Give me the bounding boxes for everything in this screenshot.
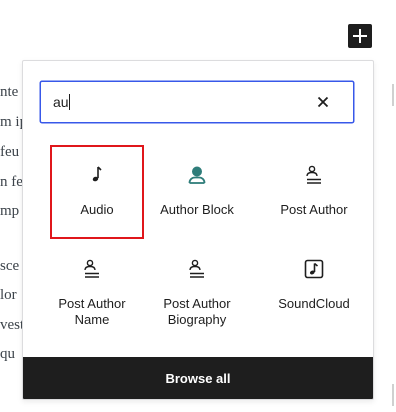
block-item-soundcloud[interactable]: SoundCloud: [256, 239, 372, 339]
block-item-audio[interactable]: Audio: [50, 145, 144, 239]
background-edge-mark: [392, 384, 394, 406]
bg-text-line: feu: [0, 144, 20, 160]
clear-search-button[interactable]: [315, 94, 331, 110]
bg-text-line: qu: [0, 346, 15, 362]
browse-all-label: Browse all: [165, 370, 231, 386]
bg-text-line: sce: [0, 258, 20, 274]
block-label: Post Author: [280, 202, 348, 217]
search-box[interactable]: [40, 81, 354, 123]
bg-text-line: mp: [0, 203, 20, 219]
block-item-post-author-biography[interactable]: Post Author Biography: [150, 239, 244, 339]
block-label: Post Author Biography: [163, 296, 231, 327]
add-block-button[interactable]: [348, 24, 372, 48]
block-item-author-block[interactable]: Author Block: [150, 145, 244, 239]
bg-text-line: lor: [0, 287, 17, 303]
post-author-icon: [84, 259, 99, 278]
post-author-icon: [306, 165, 321, 184]
block-item-post-author-name[interactable]: Post Author Name: [45, 239, 139, 339]
bg-text-line: n fe: [0, 174, 23, 190]
browse-all-button[interactable]: Browse all: [23, 357, 373, 399]
bg-text-line: nte: [0, 84, 19, 100]
bg-text-line: vest: [0, 317, 25, 333]
user-icon: [188, 166, 206, 184]
plus-icon: [353, 29, 367, 43]
block-item-post-author[interactable]: Post Author: [267, 145, 361, 239]
block-inserter-popover: Audio Author Block Post Author: [22, 60, 374, 400]
audio-icon: [92, 166, 102, 182]
block-label: Author Block: [160, 202, 234, 217]
text-caret: [69, 94, 70, 110]
soundcloud-icon: [304, 259, 324, 279]
block-label: SoundCloud: [278, 296, 350, 311]
post-author-icon: [189, 259, 204, 278]
close-icon: [317, 96, 329, 108]
background-edge-mark: [392, 84, 394, 106]
block-label: Post Author Name: [58, 296, 126, 327]
block-label: Audio: [80, 202, 114, 217]
search-input[interactable]: [53, 90, 303, 114]
